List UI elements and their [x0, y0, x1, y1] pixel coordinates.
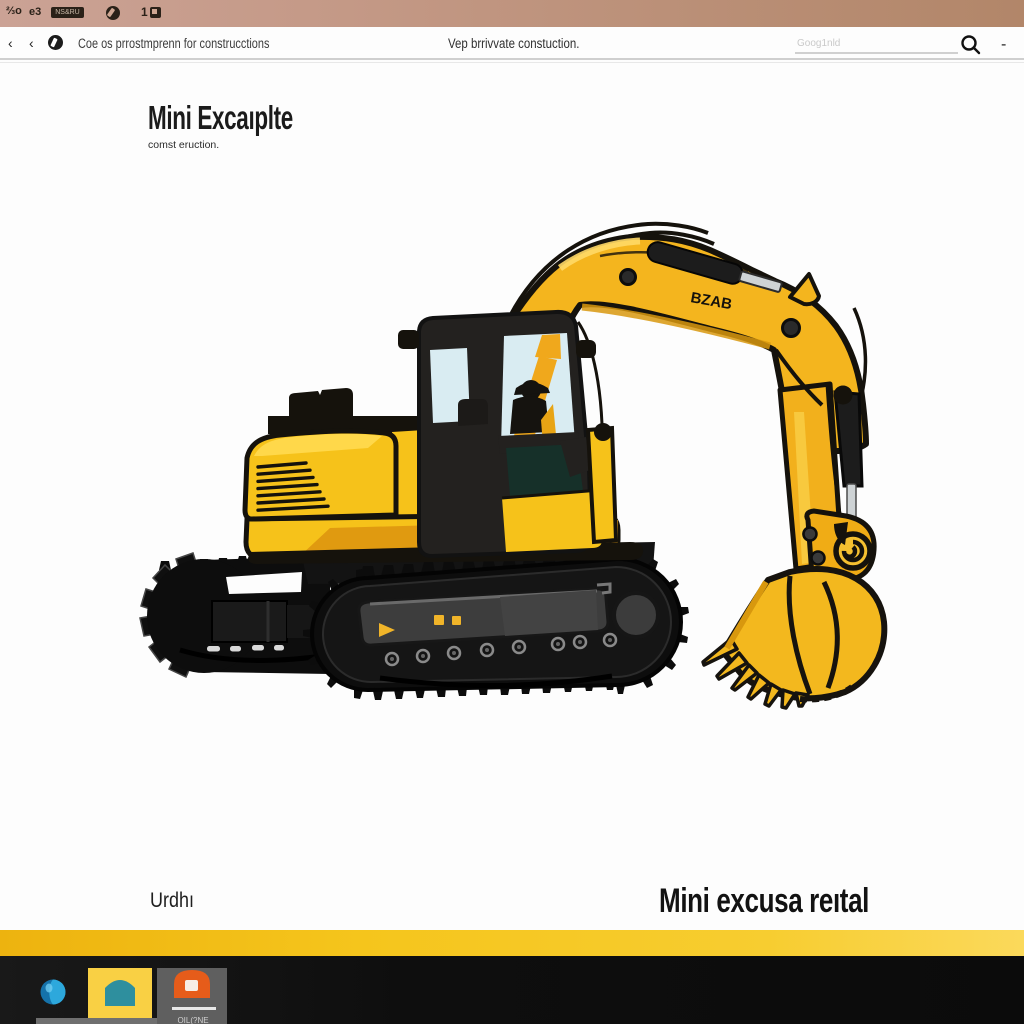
svg-text:OIL(?NE: OIL(?NE	[177, 1016, 208, 1024]
